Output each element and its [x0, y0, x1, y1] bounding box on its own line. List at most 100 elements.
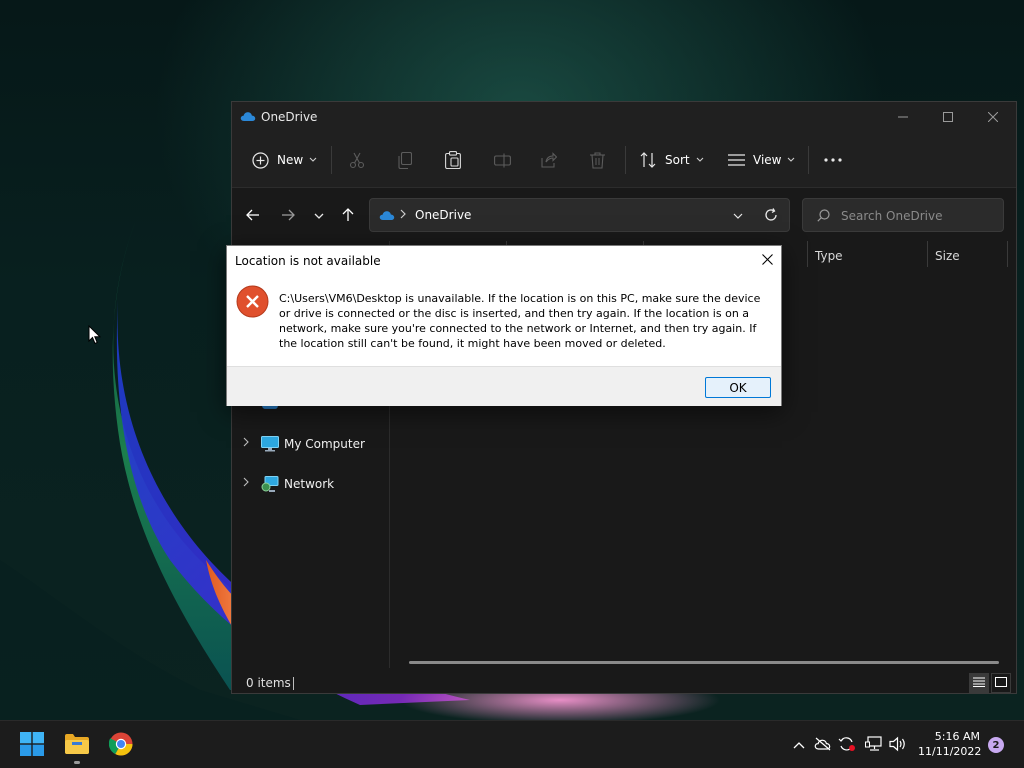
large-icons-view-button[interactable] [991, 673, 1011, 693]
arrow-up-icon [342, 207, 354, 225]
chevron-down-icon [309, 157, 317, 163]
chevron-down-icon [314, 209, 324, 223]
dialog-footer: OK [227, 366, 781, 406]
sidebar-item-my-computer[interactable]: My Computer [232, 428, 389, 460]
rename-icon [494, 153, 511, 168]
address-bar[interactable]: OneDrive [369, 198, 790, 232]
list-view-icon [728, 154, 745, 166]
details-view-icon [973, 676, 985, 690]
taskbar-clock[interactable]: 5:16 AM 11/11/2022 [918, 729, 981, 759]
taskbar-file-explorer[interactable] [62, 730, 92, 764]
up-button[interactable] [337, 205, 359, 227]
window-titlebar[interactable]: OneDrive [232, 102, 1016, 132]
show-hidden-icons-button[interactable] [788, 734, 810, 756]
breadcrumb-onedrive[interactable]: OneDrive [415, 208, 471, 222]
horizontal-scrollbar[interactable] [409, 661, 999, 664]
start-button[interactable] [17, 730, 47, 760]
refresh-icon[interactable] [764, 208, 778, 225]
search-icon [817, 209, 830, 225]
chevron-right-icon [400, 209, 406, 222]
onedrive-offline-icon [814, 737, 832, 754]
copy-button[interactable] [398, 148, 412, 172]
error-icon [236, 285, 269, 321]
sort-button[interactable]: Sort [640, 148, 704, 172]
taskbar: 5:16 AM 11/11/2022 2 [0, 720, 1024, 768]
chevron-up-icon [793, 738, 805, 752]
share-button[interactable] [541, 148, 557, 172]
ellipsis-icon [824, 158, 842, 162]
plus-circle-icon [252, 151, 269, 169]
onedrive-cloud-icon [379, 209, 395, 224]
dialog-title: Location is not available [235, 254, 381, 268]
windows-logo-icon [20, 731, 44, 759]
delete-button[interactable] [590, 148, 605, 172]
taskbar-chrome[interactable] [106, 730, 136, 760]
network-icon [261, 476, 279, 496]
ok-button[interactable]: OK [705, 377, 771, 398]
new-button-label: New [277, 153, 304, 167]
mouse-cursor-icon [88, 324, 102, 348]
speaker-icon [889, 736, 907, 755]
forward-button[interactable] [277, 205, 299, 227]
more-options-button[interactable] [824, 148, 842, 172]
arrow-right-icon [281, 209, 295, 224]
new-button[interactable]: New [252, 148, 317, 172]
back-button[interactable] [242, 205, 264, 227]
folder-icon [64, 733, 90, 758]
cut-button[interactable] [349, 148, 365, 172]
sidebar-item-network[interactable]: Network [232, 468, 389, 500]
clipboard-icon [445, 151, 461, 169]
column-header-size[interactable]: Size [935, 249, 960, 263]
sidebar-item-label: Network [284, 477, 335, 491]
toolbar-separator [331, 146, 332, 174]
navigation-bar: OneDrive [232, 189, 1016, 241]
item-count: 0 items [246, 676, 291, 690]
minimize-button[interactable] [880, 102, 926, 132]
column-header-type[interactable]: Type [815, 249, 843, 263]
computer-icon [261, 436, 279, 455]
notification-badge[interactable]: 2 [988, 737, 1004, 753]
column-divider[interactable] [807, 241, 808, 267]
close-icon [761, 254, 773, 268]
details-view-button[interactable] [969, 673, 989, 693]
sync-tray-button[interactable] [836, 734, 858, 756]
scissors-icon [349, 152, 365, 169]
view-button[interactable]: View [728, 148, 795, 172]
expand-chevron-icon[interactable] [243, 437, 249, 450]
chevron-down-icon [696, 157, 704, 163]
column-divider[interactable] [1007, 241, 1008, 267]
sync-icon [838, 736, 856, 755]
share-icon [541, 152, 557, 168]
recent-locations-button[interactable] [308, 205, 330, 227]
onedrive-cloud-icon [240, 110, 256, 125]
command-bar: New Sort View [232, 132, 1016, 188]
close-window-button[interactable] [970, 102, 1016, 132]
sort-button-label: Sort [665, 153, 690, 167]
chrome-icon [108, 732, 133, 759]
address-history-chevron-icon[interactable] [733, 209, 743, 223]
arrow-left-icon [246, 209, 260, 224]
sidebar-item-label: My Computer [284, 437, 365, 451]
status-bar: 0 items [232, 672, 1016, 694]
onedrive-tray-button[interactable] [812, 734, 834, 756]
paste-button[interactable] [445, 148, 461, 172]
view-button-label: View [753, 153, 782, 167]
status-divider [293, 677, 294, 690]
maximize-button[interactable] [925, 102, 971, 132]
window-title: OneDrive [261, 110, 318, 124]
search-box[interactable] [802, 198, 1004, 232]
column-divider[interactable] [927, 241, 928, 267]
search-input[interactable] [841, 207, 996, 224]
chevron-down-icon [787, 157, 795, 163]
network-tray-button[interactable] [863, 734, 885, 756]
dialog-close-button[interactable] [756, 250, 778, 272]
copy-icon [398, 151, 412, 169]
error-dialog: Location is not available C:\Users\VM6\D… [226, 245, 782, 406]
volume-tray-button[interactable] [887, 734, 909, 756]
clock-time: 5:16 AM [934, 730, 980, 743]
rename-button[interactable] [494, 148, 511, 172]
ethernet-icon [865, 735, 883, 755]
running-indicator [74, 761, 80, 764]
expand-chevron-icon[interactable] [243, 477, 249, 490]
toolbar-separator [625, 146, 626, 174]
